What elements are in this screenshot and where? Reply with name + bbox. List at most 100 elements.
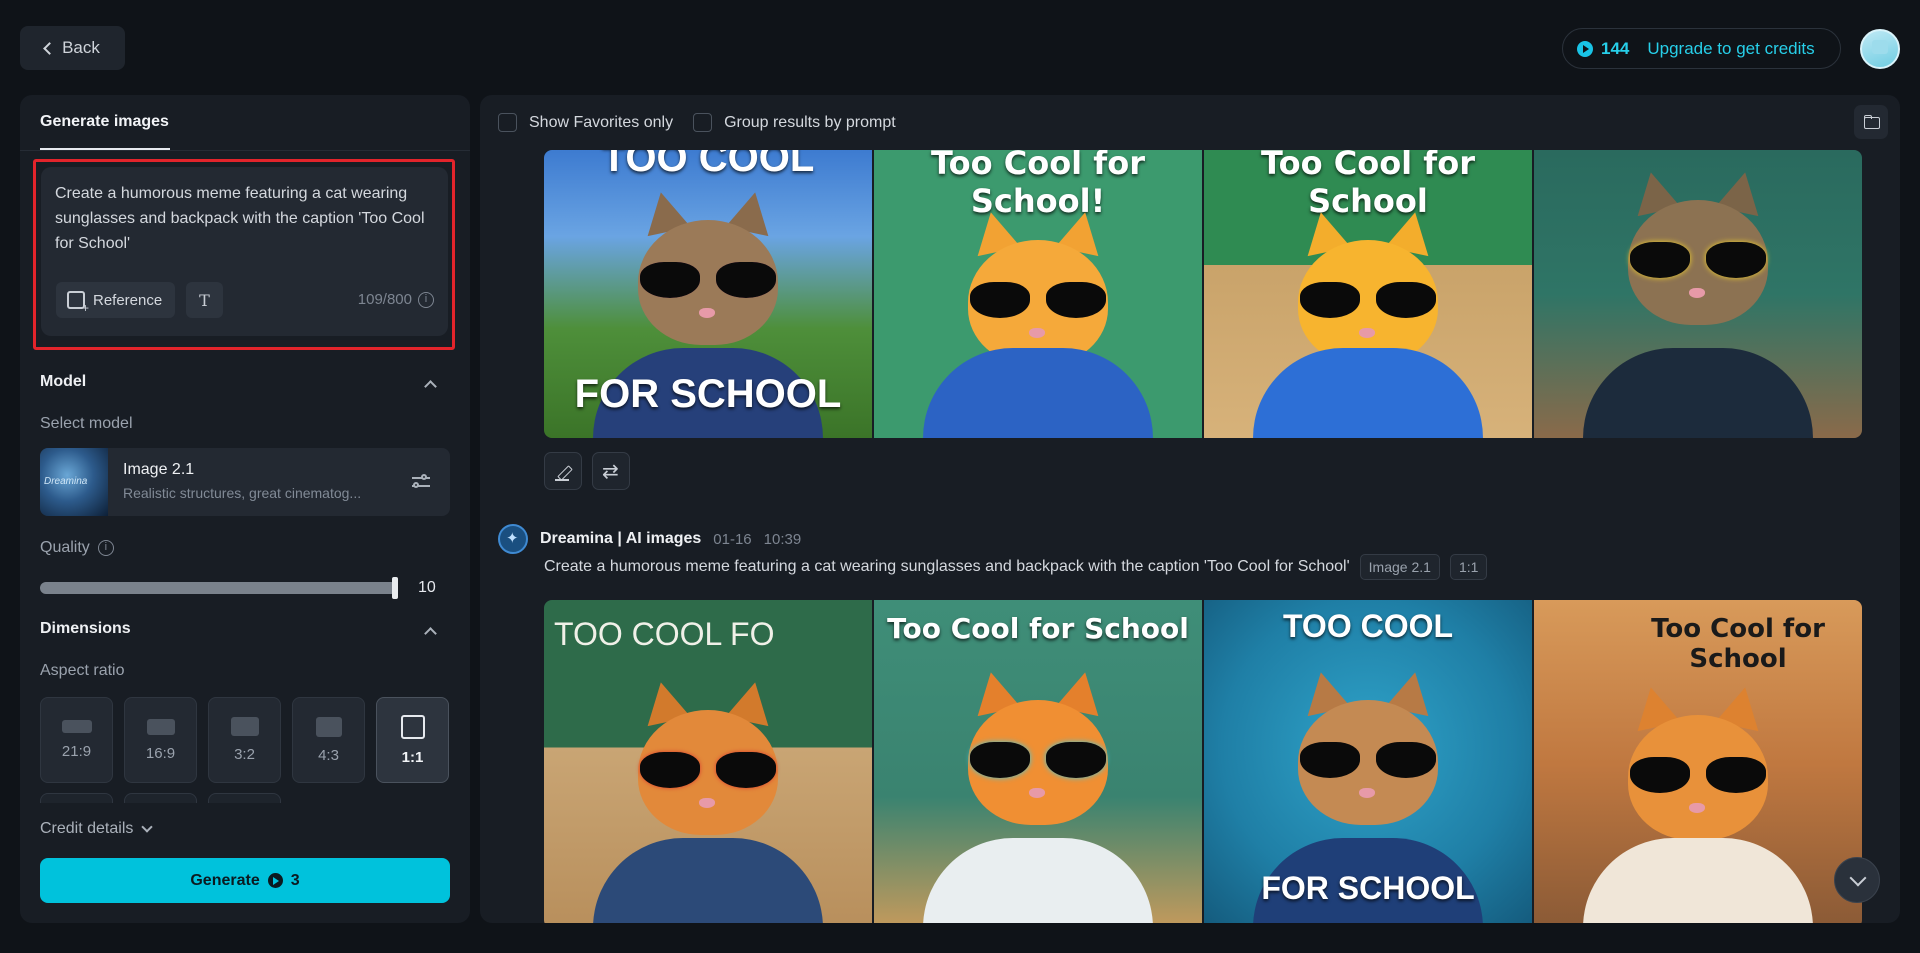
- generation-date: 01-16: [713, 530, 752, 548]
- generation-author: Dreamina | AI images: [540, 530, 702, 547]
- text-style-button[interactable]: T: [186, 282, 223, 318]
- generated-image[interactable]: Too Cool for School: [1534, 600, 1862, 923]
- quality-slider-handle[interactable]: [392, 577, 398, 599]
- quality-label-row: Quality i: [40, 539, 114, 557]
- generated-image[interactable]: Too Cool for School: [874, 600, 1202, 923]
- model-description: Realistic structures, great cinematog...: [123, 485, 362, 501]
- generated-image[interactable]: Too Cool for School!: [874, 150, 1202, 438]
- generated-image[interactable]: Too Cool for School: [1204, 150, 1532, 438]
- reference-button[interactable]: Reference: [56, 282, 175, 318]
- chevron-up-icon[interactable]: [424, 627, 437, 640]
- panel-tabs: Generate images: [20, 95, 470, 151]
- favorites-checkbox[interactable]: [498, 113, 517, 132]
- ratio-21-9[interactable]: 21:9: [40, 697, 113, 783]
- credits-pill[interactable]: 144 Upgrade to get credits: [1562, 28, 1841, 69]
- result-filters: Show Favorites only Group results by pro…: [498, 113, 896, 132]
- model-tag: Image 2.1: [1359, 554, 1440, 580]
- quality-label: Quality: [40, 539, 90, 556]
- credit-count: 144: [1601, 38, 1630, 58]
- chevron-up-icon[interactable]: [424, 380, 437, 393]
- model-selector[interactable]: Image 2.1 Realistic structures, great ci…: [40, 448, 450, 516]
- add-image-icon: [67, 291, 89, 315]
- model-section-title: Model: [40, 373, 87, 390]
- credit-icon: [1577, 40, 1593, 57]
- tab-underline: [40, 148, 170, 150]
- image-caption-top: TOO COOL: [601, 150, 815, 180]
- ratio-label: 4:3: [318, 746, 339, 764]
- ratio-option-partial[interactable]: [124, 793, 197, 803]
- group-label: Group results by prompt: [724, 113, 896, 131]
- ratio-16-9[interactable]: 16:9: [124, 697, 197, 783]
- ratio-shape-icon: [315, 716, 342, 737]
- model-thumbnail: [40, 448, 108, 516]
- back-button[interactable]: Back: [20, 26, 125, 70]
- quality-value: 10: [418, 579, 436, 596]
- info-icon[interactable]: i: [418, 291, 434, 308]
- char-count-value: 109/800: [357, 291, 412, 308]
- back-label: Back: [62, 38, 100, 57]
- favorites-filter[interactable]: Show Favorites only: [498, 113, 673, 132]
- image-caption-bottom: FOR SCHOOL: [1261, 870, 1475, 906]
- image-caption-bottom: FOR SCHOOL: [574, 372, 842, 416]
- cat-illustration: [943, 660, 1133, 850]
- dreamina-logo-icon: [498, 524, 528, 554]
- folder-icon[interactable]: [1854, 105, 1888, 139]
- generation-prompt[interactable]: Create a humorous meme featuring a cat w…: [544, 558, 1350, 576]
- scroll-down-button[interactable]: [1834, 857, 1880, 903]
- chevron-left-icon: [43, 42, 56, 55]
- char-count: 109/800 i: [358, 291, 434, 308]
- tab-generate-images[interactable]: Generate images: [40, 113, 169, 131]
- avatar[interactable]: [1860, 29, 1900, 69]
- ratio-label: 21:9: [61, 743, 92, 760]
- model-name: Image 2.1: [123, 461, 195, 478]
- aspect-ratio-label: Aspect ratio: [40, 662, 125, 679]
- regenerate-icon[interactable]: [592, 452, 630, 490]
- ratio-shape-icon: [61, 720, 92, 733]
- ratio-4-3[interactable]: 4:3: [292, 697, 365, 783]
- edit-prompt-icon[interactable]: [544, 452, 582, 490]
- ratio-shape-icon: [146, 718, 175, 735]
- quality-slider-track[interactable]: [40, 582, 397, 594]
- prompt-text[interactable]: Create a humorous meme featuring a cat w…: [55, 181, 434, 256]
- ratio-3-2[interactable]: 3:2: [208, 697, 281, 783]
- image-caption-top: TOO COOL FO: [554, 616, 775, 652]
- generate-cost: 3: [290, 871, 300, 889]
- cat-illustration: [1603, 160, 1793, 350]
- more-ratio-options: [40, 793, 281, 803]
- settings-sliders-icon[interactable]: [412, 473, 430, 491]
- generated-image[interactable]: TOO COOL FOR SCHOOL: [1204, 600, 1532, 923]
- text-icon: T: [199, 290, 210, 310]
- ratio-label: 16:9: [145, 744, 176, 762]
- generated-image[interactable]: TOO COOL FOR SCHOOL: [544, 150, 872, 438]
- chevron-down-icon: [141, 820, 154, 833]
- prompt-input[interactable]: Create a humorous meme featuring a cat w…: [41, 167, 448, 336]
- cat-illustration: [613, 180, 803, 370]
- generation-header: Dreamina | AI images 01-16 10:39: [498, 524, 801, 554]
- group-checkbox[interactable]: [693, 113, 713, 132]
- cat-illustration: [613, 670, 803, 860]
- ratio-shape-icon: [230, 717, 259, 736]
- cat-illustration: [1603, 675, 1793, 865]
- ratio-label: 3:2: [234, 746, 255, 763]
- aspect-ratio-options: 21:9 16:9 3:2 4:3 1:1: [40, 697, 449, 783]
- ratio-tag: 1:1: [1449, 554, 1488, 580]
- ratio-1-1[interactable]: 1:1: [376, 697, 449, 783]
- group-filter[interactable]: Group results by prompt: [693, 113, 896, 132]
- results-panel: Show Favorites only Group results by pro…: [480, 95, 1900, 923]
- generated-image[interactable]: [1534, 150, 1862, 438]
- favorites-label: Show Favorites only: [529, 113, 674, 131]
- ratio-shape-icon: [400, 714, 425, 739]
- quality-info-icon[interactable]: i: [97, 540, 114, 556]
- credit-icon: [267, 873, 283, 888]
- cat-illustration: [1273, 660, 1463, 850]
- reference-label: Reference: [93, 291, 163, 309]
- credit-details-toggle[interactable]: Credit details: [40, 820, 154, 838]
- generate-button[interactable]: Generate 3: [40, 858, 450, 903]
- ratio-option-partial[interactable]: [40, 793, 113, 803]
- upgrade-link[interactable]: Upgrade to get credits: [1647, 39, 1814, 59]
- ratio-option-partial[interactable]: [208, 793, 281, 803]
- image-row-2: TOO COOL FO Too Cool for School TOO COOL: [544, 600, 1862, 923]
- generate-panel: Generate images Create a humorous meme f…: [20, 95, 470, 923]
- image-caption-top: Too Cool for School: [1651, 614, 1825, 674]
- generated-image[interactable]: TOO COOL FO: [544, 600, 872, 923]
